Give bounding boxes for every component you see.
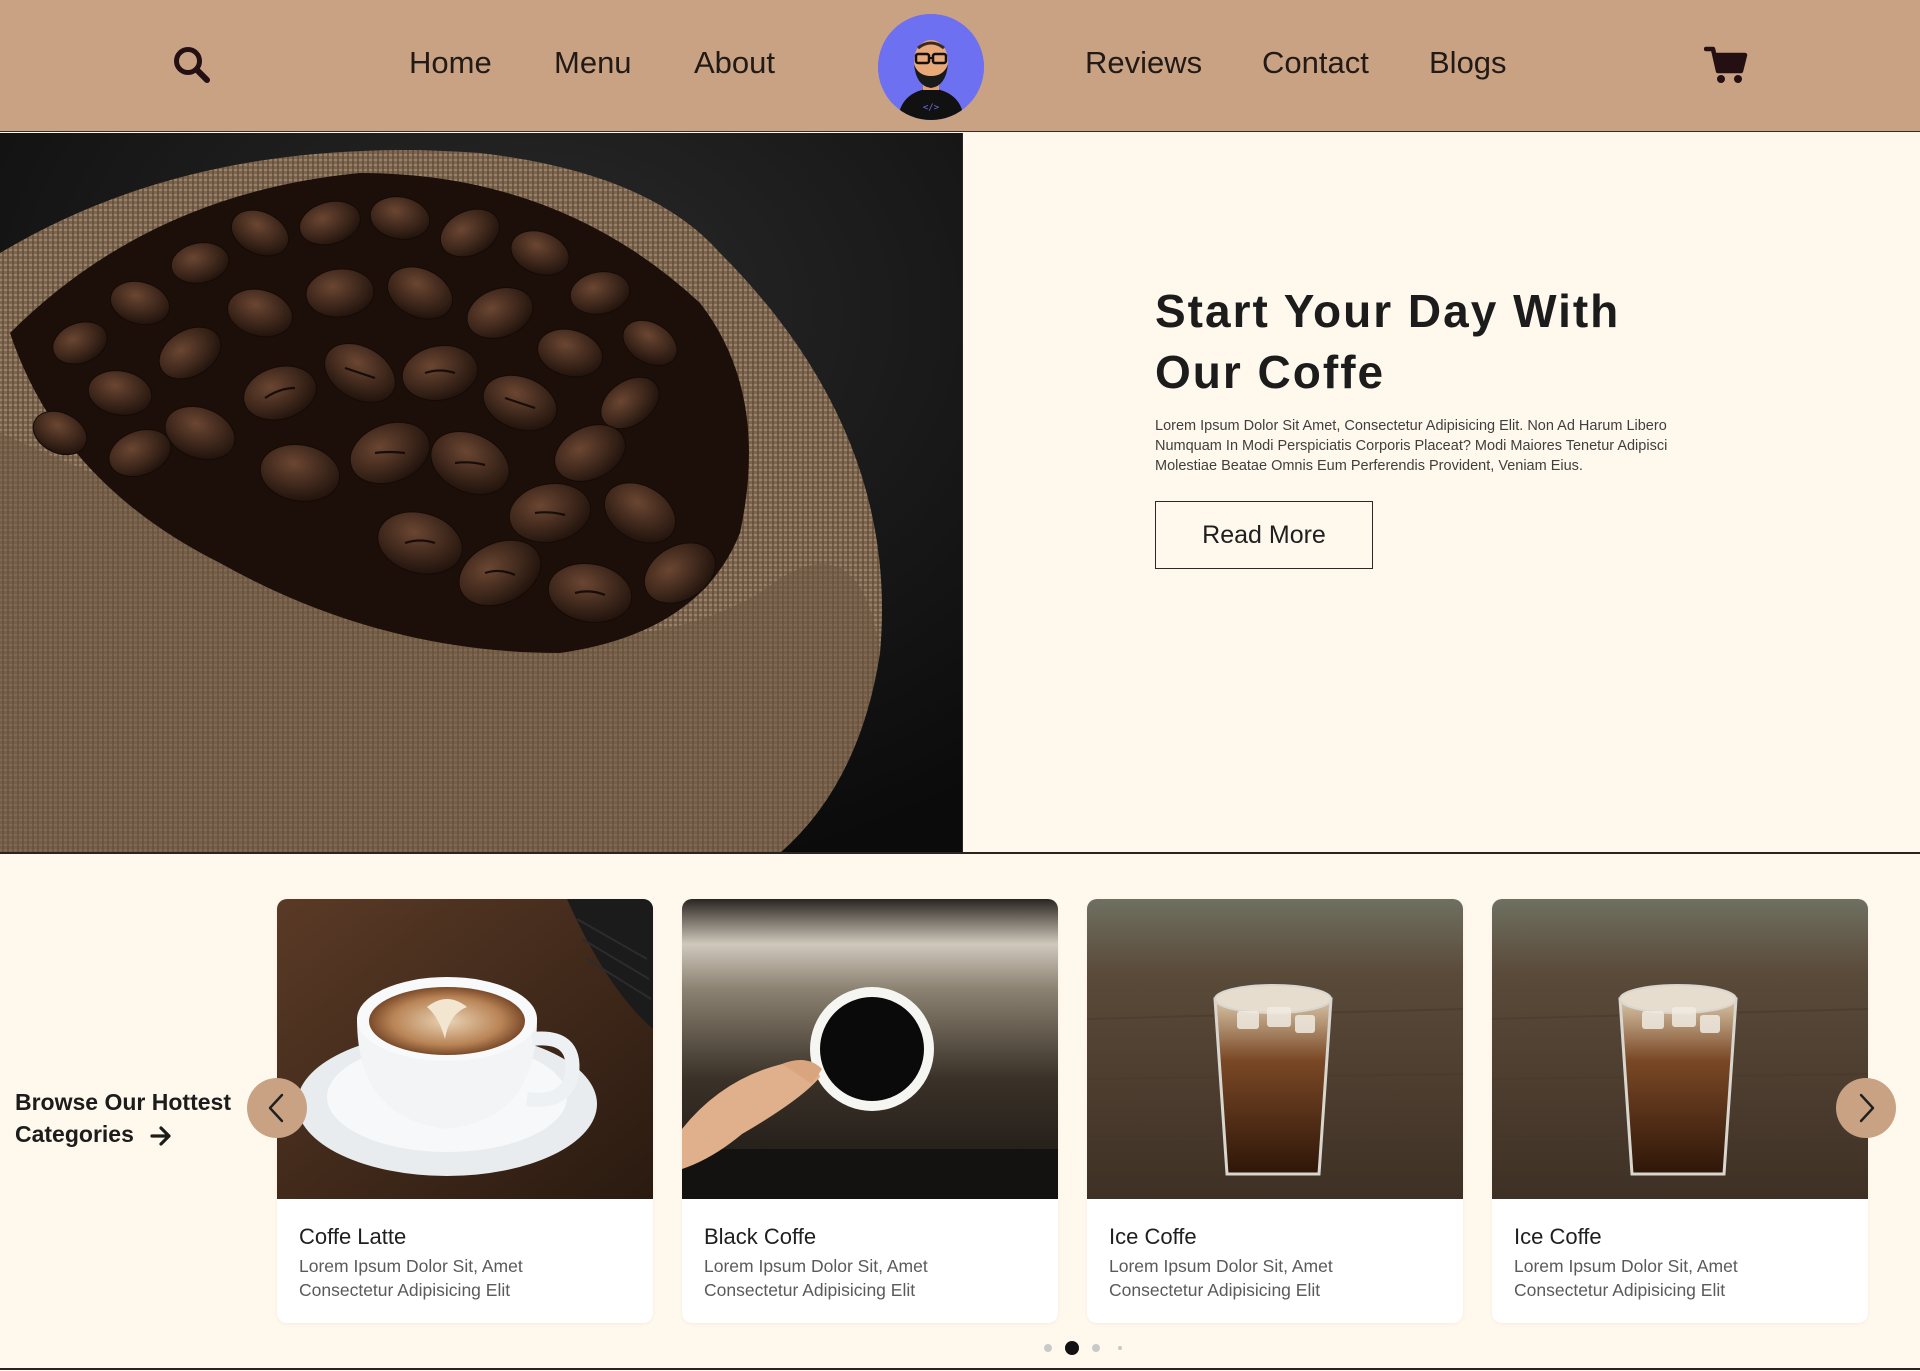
hero-title: Start Your Day With Our Coffe — [1155, 281, 1755, 403]
card-desc-line1: Lorem Ipsum Dolor Sit, Amet — [704, 1256, 928, 1276]
category-card-coffe-latte[interactable]: Coffe Latte Lorem Ipsum Dolor Sit, Amet … — [277, 899, 653, 1323]
arrow-right-icon — [150, 1126, 171, 1146]
browse-categories-link[interactable]: Browse Our Hottest Categories — [15, 1086, 245, 1150]
card-description: Lorem Ipsum Dolor Sit, Amet Consectetur … — [1109, 1254, 1429, 1302]
card-image-latte — [277, 899, 653, 1199]
category-card-ice-coffe-2[interactable]: Ice Coffe Lorem Ipsum Dolor Sit, Amet Co… — [1492, 899, 1868, 1323]
search-icon — [174, 47, 210, 83]
pagination-dot-3[interactable] — [1092, 1344, 1100, 1352]
pagination-dot-1[interactable] — [1044, 1344, 1052, 1352]
footer-divider — [0, 1368, 1920, 1370]
card-title: Black Coffe — [704, 1224, 817, 1249]
svg-text:</>: </> — [923, 103, 940, 113]
nav-reviews[interactable]: Reviews — [1085, 45, 1202, 81]
category-card-ice-coffe[interactable]: Ice Coffe Lorem Ipsum Dolor Sit, Amet Co… — [1087, 899, 1463, 1323]
hero-title-line2: Our Coffe — [1155, 346, 1386, 398]
nav-home[interactable]: Home — [409, 45, 492, 81]
cart-button[interactable] — [1702, 41, 1750, 89]
hero-text-panel: Start Your Day With Our Coffe Lorem Ipsu… — [962, 133, 1920, 853]
card-desc-line1: Lorem Ipsum Dolor Sit, Amet — [299, 1256, 523, 1276]
hero-divider — [0, 852, 1920, 854]
carousel-prev-button[interactable] — [247, 1078, 307, 1138]
carousel-next-button[interactable] — [1836, 1078, 1896, 1138]
developer-avatar-icon: </> — [878, 14, 984, 120]
cart-icon — [1704, 46, 1748, 83]
nav-contact[interactable]: Contact — [1262, 45, 1369, 81]
card-image-ice-coffee — [1087, 899, 1463, 1199]
nav-blogs[interactable]: Blogs — [1429, 45, 1507, 81]
card-desc-line1: Lorem Ipsum Dolor Sit, Amet — [1109, 1256, 1333, 1276]
hero-description: Lorem Ipsum Dolor Sit Amet, Consectetur … — [1155, 418, 1668, 474]
card-title: Ice Coffe — [1514, 1224, 1602, 1249]
logo-avatar[interactable]: </> — [878, 14, 984, 120]
hero-image-coffee-beans — [0, 133, 962, 853]
card-description: Lorem Ipsum Dolor Sit, Amet Consectetur … — [704, 1254, 1024, 1302]
card-title: Coffe Latte — [299, 1224, 407, 1249]
card-desc-line1: Lorem Ipsum Dolor Sit, Amet — [1514, 1256, 1738, 1276]
chevron-left-icon — [268, 1093, 284, 1123]
card-description: Lorem Ipsum Dolor Sit, Amet Consectetur … — [1514, 1254, 1834, 1302]
nav-about[interactable]: About — [694, 45, 775, 81]
search-button[interactable] — [168, 41, 216, 89]
card-image-black-coffee — [682, 899, 1058, 1199]
pagination-dot-4[interactable] — [1118, 1346, 1122, 1350]
pagination-dot-2-active[interactable] — [1065, 1341, 1079, 1355]
card-desc-line2: Consectetur Adipisicing Elit — [1514, 1280, 1726, 1300]
read-more-button[interactable]: Read More — [1155, 501, 1373, 569]
chevron-right-icon — [1859, 1093, 1875, 1123]
card-image-ice-coffee — [1492, 899, 1868, 1199]
browse-heading-line2: Categories — [15, 1121, 134, 1147]
card-description: Lorem Ipsum Dolor Sit, Amet Consectetur … — [299, 1254, 619, 1302]
card-desc-line2: Consectetur Adipisicing Elit — [704, 1280, 916, 1300]
site-header: Home Menu About </> Reviews Contact Blog… — [0, 0, 1920, 132]
browse-heading-line1: Browse Our Hottest — [15, 1089, 231, 1115]
card-desc-line2: Consectetur Adipisicing Elit — [299, 1280, 511, 1300]
category-card-black-coffe[interactable]: Black Coffe Lorem Ipsum Dolor Sit, Amet … — [682, 899, 1058, 1323]
nav-menu[interactable]: Menu — [554, 45, 632, 81]
hero-title-line1: Start Your Day With — [1155, 285, 1621, 337]
card-title: Ice Coffe — [1109, 1224, 1197, 1249]
card-desc-line2: Consectetur Adipisicing Elit — [1109, 1280, 1321, 1300]
